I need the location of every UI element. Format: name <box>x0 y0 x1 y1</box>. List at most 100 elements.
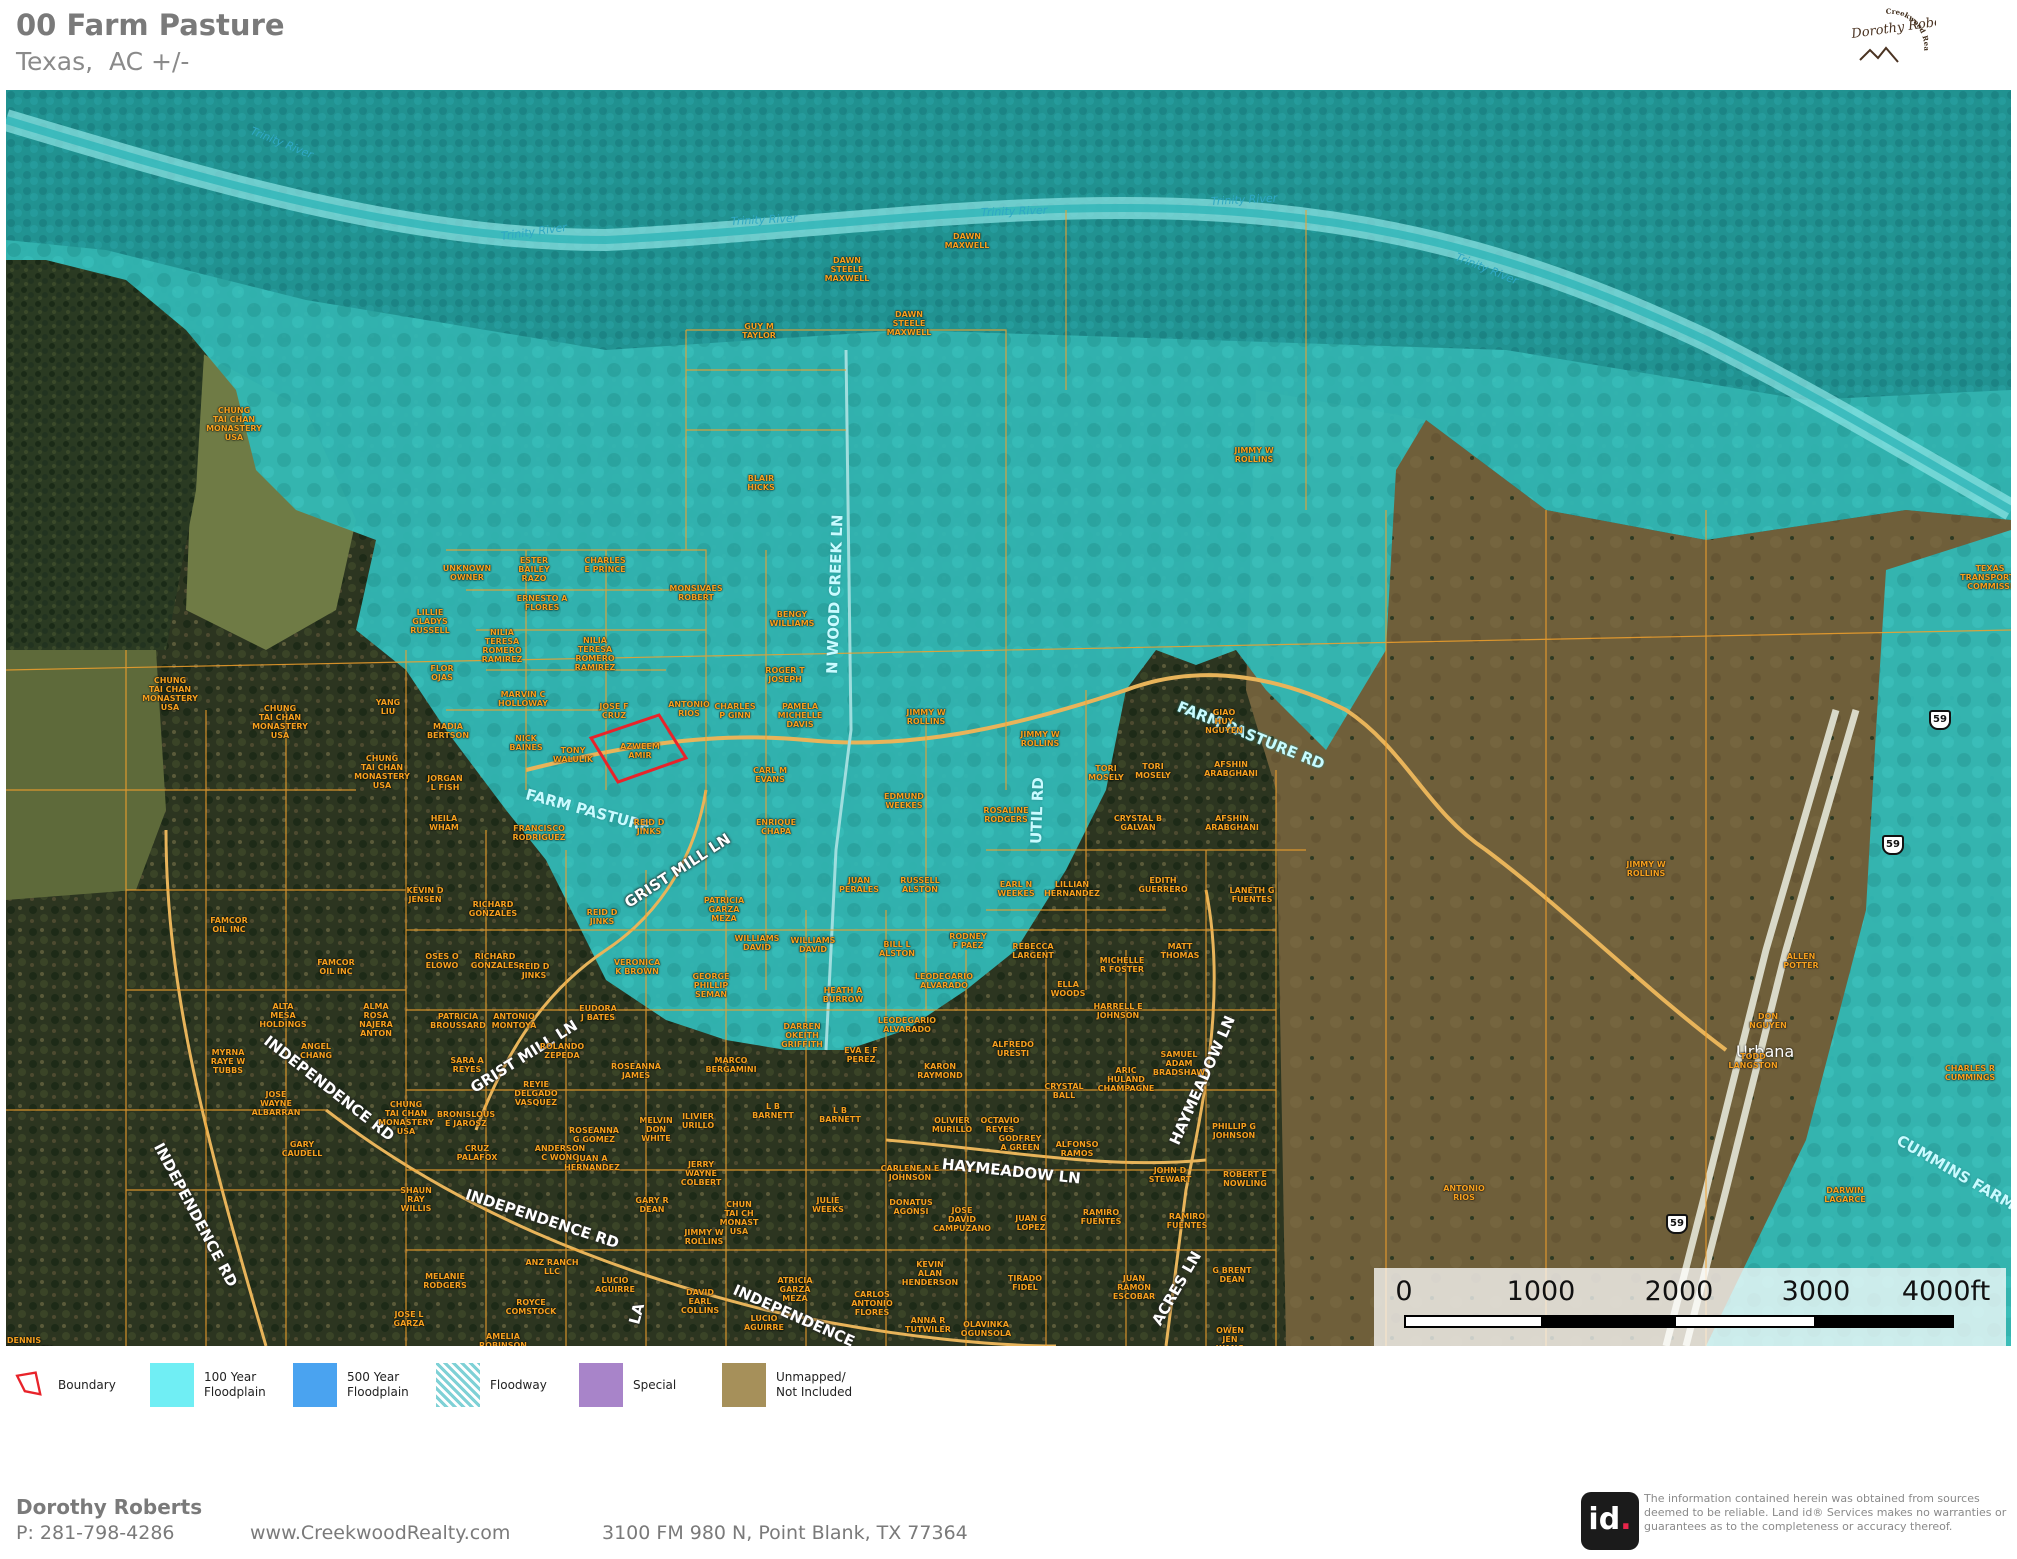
page-subtitle: Texas, AC +/- <box>16 47 190 76</box>
owner-label: BENGY WILLIAMS <box>769 610 815 628</box>
owner-label: ROSEANNA JAMES <box>611 1062 661 1080</box>
owner-label: L B BARNETT <box>819 1106 861 1124</box>
owner-label: JOSE L GARZA <box>393 1310 425 1328</box>
owner-label: NICK BAINES <box>509 734 543 752</box>
owner-label: DAWN STEELE MAXWELL <box>886 310 932 337</box>
owner-label: G BRENT DEAN <box>1212 1266 1252 1284</box>
scale-bar-graphic <box>1404 1315 1954 1328</box>
owner-label: JUAN RAMON ESCOBAR <box>1112 1274 1156 1301</box>
owner-label: ROGER T JOSEPH <box>765 666 805 684</box>
owner-label: ESTER BAILEY RAZO <box>518 556 550 583</box>
owner-label: EARL N WEEKES <box>997 880 1035 898</box>
owner-label: YANG LIU <box>375 698 401 716</box>
map-report-page: 00 Farm Pasture Texas, AC +/- Creekwood … <box>0 0 2017 1559</box>
legend-label: Floodway <box>490 1377 547 1392</box>
owner-label: CHUN TAI CH MONAST USA <box>719 1200 759 1236</box>
owner-label: REYIE DELGADO VASQUEZ <box>514 1080 558 1107</box>
owner-label: WILLIAMS DAVID <box>790 936 836 954</box>
legend-label: Unmapped/ Not Included <box>776 1370 853 1399</box>
owner-label: JOSE DAVID CAMPUZANO <box>933 1206 991 1233</box>
owner-label: REID D JINKS <box>518 962 550 980</box>
legend-item-500-year: 500 Year Floodplain <box>293 1362 409 1408</box>
legend-item-special: Special <box>579 1362 676 1408</box>
scale-tick: 0 <box>1395 1276 1413 1307</box>
owner-label: LANETH G FUENTES <box>1229 886 1275 904</box>
owner-label: RODNEY F PAEZ <box>949 932 987 950</box>
owner-label: ANTONIO MONTOYA <box>491 1012 537 1030</box>
owner-label: ANGEL CHANG <box>299 1042 333 1060</box>
owner-label: CHUNG TAI CHAN MONASTERY USA <box>252 704 308 740</box>
land-id-logo: id. <box>1581 1492 1639 1550</box>
scale-tick: 4000ft <box>1901 1276 1991 1307</box>
owner-label: JUAN A HERNANDEZ <box>564 1154 620 1172</box>
owner-label: OLIVIER MURILLO <box>931 1116 973 1134</box>
owner-label: OCTAVIO REYES <box>980 1116 1020 1134</box>
special-swatch-icon <box>579 1363 623 1407</box>
owner-label: JIMMY W ROLLINS <box>1020 730 1060 748</box>
owner-label: PAMELA MICHELLE DAVIS <box>777 702 823 729</box>
owner-label: JUAN G LOPEZ <box>1015 1214 1047 1232</box>
owner-label: ANTONIO RIOS <box>668 700 710 718</box>
owner-label: CARL M EVANS <box>752 766 788 784</box>
owner-label: PATRICIA BROUSSARD <box>430 1012 486 1030</box>
subject-parcel-owner[interactable]: AZWEEM AMIR <box>620 742 660 760</box>
owner-label: HEILA WHAM <box>429 814 459 832</box>
owner-label: CARLENE N E JOHNSON <box>880 1164 940 1182</box>
owner-label: RICHARD GONZALES <box>468 900 518 918</box>
owner-label: TODD LANGSTON <box>1728 1052 1778 1070</box>
owner-label: RICHARD GONZALES <box>470 952 520 970</box>
owner-label: GARY CAUDELL <box>281 1140 323 1158</box>
owner-label: RAMIRO FUENTES <box>1080 1208 1122 1226</box>
owner-label: CHUNG TAI CHAN MONASTERY USA <box>354 754 410 790</box>
owner-label: DAWN STEELE MAXWELL <box>824 256 870 283</box>
scale-tick: 3000 <box>1781 1276 1851 1307</box>
owner-label: DONATUS AGONSI <box>889 1198 933 1216</box>
agent-website-link[interactable]: www.CreekwoodRealty.com <box>250 1522 510 1544</box>
owner-label: PATRICIA GARZA MEZA <box>703 896 745 923</box>
owner-label: GEORGE PHILLIP SEMAN <box>692 972 730 999</box>
owner-label: CHARLES R CUMMINGS <box>1944 1064 1996 1082</box>
owner-label: JOHN D STEWART <box>1148 1166 1192 1184</box>
owner-label: DENNIS MCGREGORY <box>6 1336 52 1346</box>
owner-label: KEVIN ALAN HENDERSON <box>901 1260 959 1287</box>
owner-label: MYRNA RAYE W TUBBS <box>210 1048 246 1075</box>
owner-label: GIAO HUY NGUYEN <box>1205 708 1243 735</box>
owner-label: UNKNOWN OWNER <box>442 564 492 582</box>
owner-label: MARVIN C HOLLOWAY <box>498 690 548 708</box>
owner-label: SHAUN RAY WILLIS <box>400 1186 432 1213</box>
owner-label: OLAVINKA OGUNSOLA <box>960 1320 1012 1338</box>
owner-label: PHILLIP G JOHNSON <box>1212 1122 1256 1140</box>
owner-label: CHARLES E PRINCE <box>584 556 626 574</box>
owner-label: LUCIO AGUIRRE <box>743 1314 785 1332</box>
owner-label: CHUNG TAI CHAN MONASTERY USA <box>206 406 262 442</box>
owner-label: LILLIAN HERNANDEZ <box>1044 880 1100 898</box>
owner-label: LEODEGARIO ALVARADO <box>914 972 974 990</box>
owner-label: JORGAN L FISH <box>427 774 463 792</box>
page-title: 00 Farm Pasture <box>16 8 285 42</box>
owner-label: REID D JINKS <box>633 818 665 836</box>
owner-label: JIMMY W ROLLINS <box>1626 860 1666 878</box>
owner-label: KEVIN D JENSEN <box>406 886 444 904</box>
owner-label: CRYSTAL B GALVAN <box>1113 814 1163 832</box>
owner-label: ROSALINE RODGERS <box>983 806 1029 824</box>
owner-label: MATT THOMAS <box>1160 942 1200 960</box>
owner-label: JIMMY W ROLLINS <box>684 1228 724 1246</box>
unmapped-swatch-icon <box>722 1363 766 1407</box>
floodplain-500-swatch-icon <box>293 1363 337 1407</box>
boundary-swatch-icon <box>15 1371 42 1396</box>
highway-59-shield: 59 <box>1929 710 1951 730</box>
map-view[interactable]: Trinity River Trinity River Trinity Rive… <box>6 90 2011 1346</box>
owner-label: L B BARNETT <box>752 1102 794 1120</box>
brand-logo: Creekwood Realty Dorothy Roberts <box>1846 8 1936 63</box>
river-label: Trinity River <box>980 203 1048 219</box>
owner-label: BLAIR HICKS <box>747 474 775 492</box>
highway-59-shield: 59 <box>1882 835 1904 855</box>
owner-label: GUY M TAYLOR <box>742 322 776 340</box>
owner-label: ARIC HULAND CHAMPAGNE <box>1097 1066 1155 1093</box>
owner-label: DON NGUYEN <box>1749 1012 1787 1030</box>
legend-item-floodway: Floodway <box>436 1362 547 1408</box>
owner-label: ALFREDO URESTI <box>992 1040 1034 1058</box>
owner-label: TIRADO FIDEL <box>1007 1274 1043 1292</box>
owner-label: JIMMY W ROLLINS <box>1234 446 1274 464</box>
legend-label: 100 Year Floodplain <box>204 1370 266 1399</box>
